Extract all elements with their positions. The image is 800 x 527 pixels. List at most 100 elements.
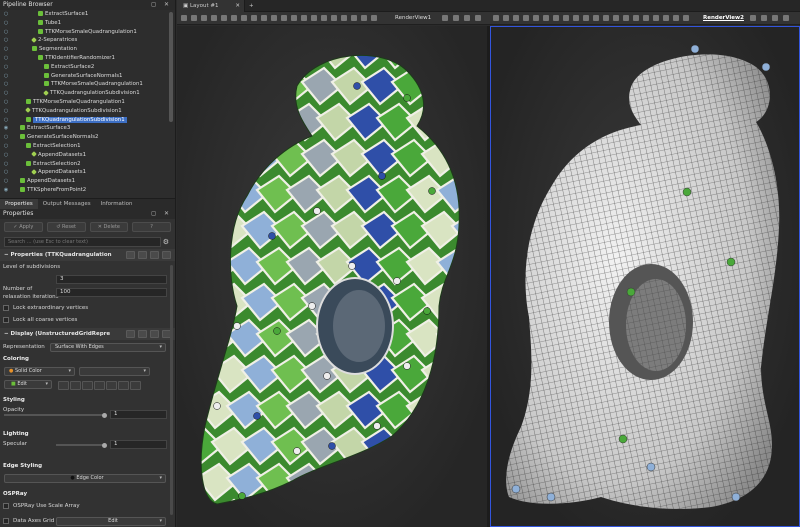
toolbar-tool-icon[interactable]	[683, 15, 689, 21]
rescale-custom-icon[interactable]	[70, 381, 81, 390]
coloring-select[interactable]: ● Solid Color	[4, 367, 75, 376]
toolbar-tool-icon[interactable]	[493, 15, 499, 21]
section-display[interactable]: − Display (UnstructuredGridRepre	[0, 328, 175, 340]
toolbar-tool-icon[interactable]	[181, 15, 187, 21]
eye-closed-icon[interactable]: ○	[3, 10, 9, 19]
toolbar-tool-icon[interactable]	[221, 15, 227, 21]
view-control-icon[interactable]	[475, 15, 481, 21]
toolbar-tool-icon[interactable]	[643, 15, 649, 21]
toolbar-tool-icon[interactable]	[231, 15, 237, 21]
toolbar-tool-icon[interactable]	[261, 15, 267, 21]
toolbar-tool-icon[interactable]	[241, 15, 247, 21]
coloring-component-select[interactable]	[79, 367, 150, 376]
dock-buttons[interactable]: ◻ ✕	[151, 0, 172, 10]
toolbar-tool-icon[interactable]	[311, 15, 317, 21]
pipeline-scrollbar[interactable]	[169, 12, 173, 122]
pipeline-item[interactable]: ○ Tube1	[0, 19, 175, 28]
lock-coarse-checkbox[interactable]	[3, 316, 9, 323]
pipeline-item[interactable]: ○ AppendDatasets1	[0, 177, 175, 186]
renderview2-label[interactable]: RenderView2	[703, 12, 744, 25]
view-control-icon[interactable]	[750, 15, 756, 21]
pipeline-item[interactable]: ○ ExtractSelection2	[0, 160, 175, 169]
eye-closed-icon[interactable]: ○	[3, 80, 9, 89]
pipeline-item[interactable]: ○ GenerateSurfaceNormals1	[0, 72, 175, 81]
opacity-input[interactable]: 1	[110, 410, 167, 419]
toolbar-tool-icon[interactable]	[583, 15, 589, 21]
eye-open-icon[interactable]: ◉	[3, 186, 9, 195]
view-control-icon[interactable]	[783, 15, 789, 21]
properties-scrollbar[interactable]	[170, 265, 173, 515]
eye-closed-icon[interactable]: ○	[3, 151, 9, 160]
copy-icon[interactable]	[126, 251, 135, 259]
ospray-scale-row[interactable]: OSPRay Use Scale Array	[0, 500, 175, 512]
eye-closed-icon[interactable]: ○	[3, 98, 9, 107]
render-view-1[interactable]	[177, 26, 487, 527]
eye-open-icon[interactable]: ◉	[3, 124, 9, 133]
tab-information[interactable]: Information	[96, 199, 138, 209]
toolbar-tool-icon[interactable]	[371, 15, 377, 21]
pipeline-item[interactable]: ○ TTKQuadrangulationSubdivision1	[0, 116, 175, 125]
display-paste-icon[interactable]	[138, 330, 147, 338]
toolbar-tool-icon[interactable]	[513, 15, 519, 21]
view-control-icon[interactable]	[464, 15, 470, 21]
toolbar-tool-icon[interactable]	[613, 15, 619, 21]
opacity-knob[interactable]	[102, 412, 107, 418]
pipeline-item[interactable]: ○ AppendDatasets1	[0, 151, 175, 160]
toolbar-tool-icon[interactable]	[191, 15, 197, 21]
edge-color-button[interactable]: ● Edge Color	[4, 474, 166, 483]
save-icon[interactable]	[162, 251, 171, 259]
tab-output-messages[interactable]: Output Messages	[38, 199, 96, 209]
pipeline-item[interactable]: ○ TTKMorseSmaleQuadrangulation1	[0, 28, 175, 37]
layout-tab-1[interactable]: ▣ Layout #1 ✕	[177, 0, 245, 12]
flag-icon[interactable]	[130, 381, 141, 390]
properties-dock-buttons[interactable]: ◻ ✕	[151, 209, 172, 219]
toolbar-tool-icon[interactable]	[563, 15, 569, 21]
view-control-icon[interactable]	[761, 15, 767, 21]
toolbar-tool-icon[interactable]	[341, 15, 347, 21]
edit-colormap-button[interactable]: ■ Edit	[4, 380, 52, 389]
toolbar-tool-icon[interactable]	[271, 15, 277, 21]
toolbar-tool-icon[interactable]	[211, 15, 217, 21]
pipeline-item[interactable]: ◉ TTKSphereFromPoint2	[0, 186, 175, 195]
view-control-icon[interactable]	[772, 15, 778, 21]
eye-closed-icon[interactable]: ○	[3, 168, 9, 177]
eye-closed-icon[interactable]: ○	[3, 45, 9, 54]
toolbar-tool-icon[interactable]	[331, 15, 337, 21]
eye-closed-icon[interactable]: ○	[3, 19, 9, 28]
pipeline-tree[interactable]: ○ ExtractSurface1 ○ Tube1 ○ TTKMorseSmaleQuad…	[0, 10, 175, 198]
toolbar-tool-icon[interactable]	[251, 15, 257, 21]
rescale-time-icon[interactable]	[94, 381, 105, 390]
eye-closed-icon[interactable]: ○	[3, 89, 9, 98]
eye-closed-icon[interactable]: ○	[3, 142, 9, 151]
toolbar-tool-icon[interactable]	[201, 15, 207, 21]
display-copy-icon[interactable]	[126, 330, 135, 338]
pipeline-item[interactable]: ○ AppendDatasets1	[0, 168, 175, 177]
pipeline-item[interactable]: ○ ExtractSurface2	[0, 63, 175, 72]
restore-icon[interactable]	[150, 251, 159, 259]
view-control-icon[interactable]	[453, 15, 459, 21]
add-layout-tab[interactable]: +	[243, 0, 260, 12]
opacity-slider[interactable]	[4, 412, 107, 418]
lock-extra-checkbox[interactable]	[3, 304, 9, 311]
relax-input[interactable]: 100	[56, 288, 167, 297]
pipeline-item[interactable]: ○ TTKIdentifierRandomizer1	[0, 54, 175, 63]
specular-knob[interactable]	[102, 442, 107, 448]
render-view-2[interactable]	[490, 26, 800, 527]
delete-button[interactable]: ✕ Delete	[89, 222, 129, 232]
toolbar-tool-icon[interactable]	[281, 15, 287, 21]
toolbar-tool-icon[interactable]	[623, 15, 629, 21]
pipeline-item[interactable]: ○ TTKQuadrangulationSubdivision1	[0, 89, 175, 98]
view-control-icon[interactable]	[442, 15, 448, 21]
toolbar-tool-icon[interactable]	[663, 15, 669, 21]
level-input[interactable]: 3	[56, 275, 167, 284]
eye-closed-icon[interactable]: ○	[3, 177, 9, 186]
axes-grid-checkbox[interactable]	[3, 517, 9, 524]
close-tab-icon[interactable]: ✕	[235, 0, 240, 12]
toolbar-tool-icon[interactable]	[321, 15, 327, 21]
ospray-scale-checkbox[interactable]	[3, 502, 9, 509]
rescale-visible-icon[interactable]	[82, 381, 93, 390]
axes-grid-edit-button[interactable]: Edit	[56, 517, 166, 526]
eye-closed-icon[interactable]: ○	[3, 116, 9, 125]
pipeline-item[interactable]: ○ ExtractSelection1	[0, 142, 175, 151]
lock-coarse-row[interactable]: Lock all coarse vertices	[0, 314, 175, 326]
